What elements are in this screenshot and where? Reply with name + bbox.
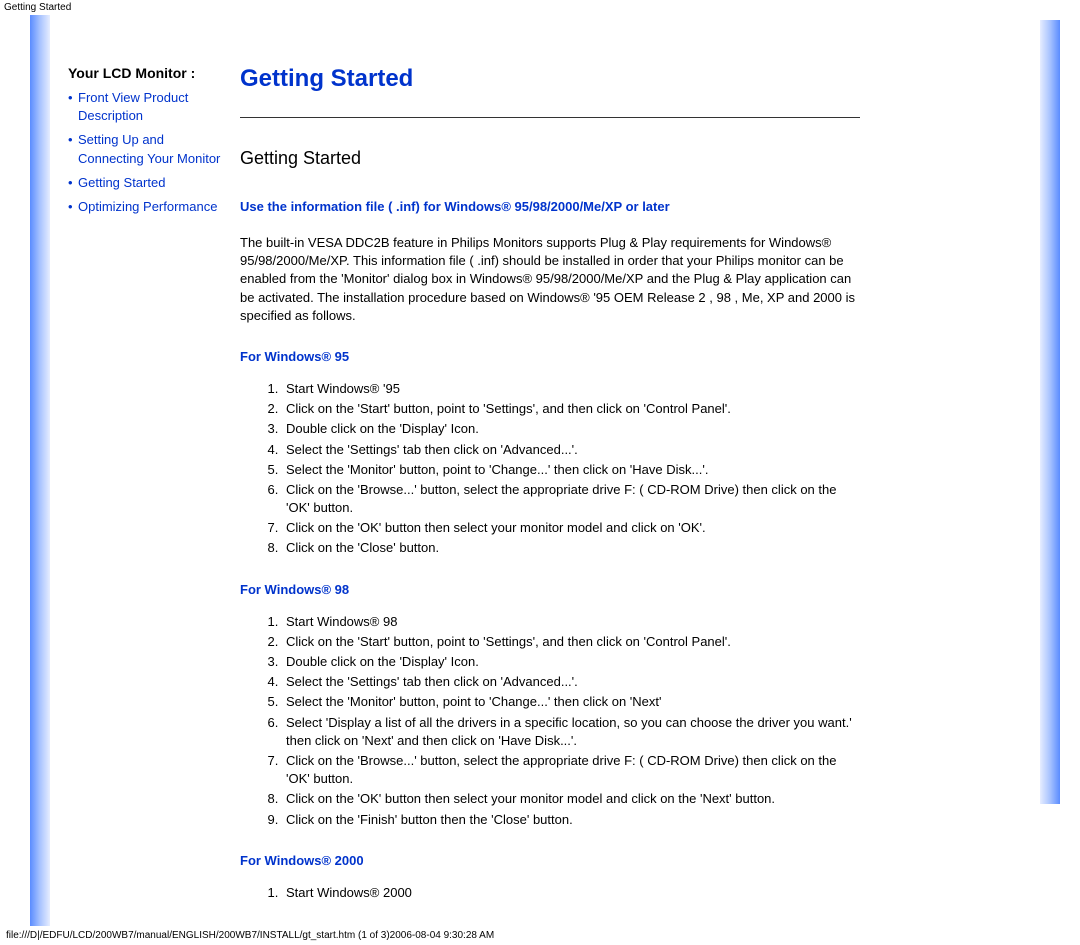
step: Click on the 'Start' button, point to 'S…	[282, 400, 860, 418]
main-title: Getting Started	[240, 65, 860, 93]
step: Double click on the 'Display' Icon.	[282, 653, 860, 671]
step: Click on the 'Finish' button then the 'C…	[282, 811, 860, 829]
sidebar-item-optimizing[interactable]: Optimizing Performance	[68, 198, 230, 216]
page-header-text: Getting Started	[0, 0, 1080, 15]
step: Select 'Display a list of all the driver…	[282, 714, 860, 750]
step: Double click on the 'Display' Icon.	[282, 420, 860, 438]
sub-title: Getting Started	[240, 148, 860, 169]
steps-win2000: Start Windows® 2000	[282, 884, 860, 902]
step: Click on the 'OK' button then select you…	[282, 519, 860, 537]
step: Select the 'Settings' tab then click on …	[282, 441, 860, 459]
section-heading-win2000: For Windows® 2000	[240, 853, 860, 868]
footer-text: file:///D|/EDFU/LCD/200WB7/manual/ENGLIS…	[0, 926, 1080, 945]
sidebar-item-getting-started[interactable]: Getting Started	[68, 174, 230, 192]
step: Start Windows® '95	[282, 380, 860, 398]
step: Click on the 'OK' button then select you…	[282, 790, 860, 808]
main-content: Getting Started Getting Started Use the …	[240, 65, 860, 926]
page-wrap: Your LCD Monitor : Front View Product De…	[0, 15, 1080, 926]
step: Select the 'Monitor' button, point to 'C…	[282, 693, 860, 711]
section-heading-win98: For Windows® 98	[240, 582, 860, 597]
section-win98: For Windows® 98 Start Windows® 98 Click …	[240, 582, 860, 829]
section-win95: For Windows® 95 Start Windows® '95 Click…	[240, 349, 860, 558]
content-wrap: Your LCD Monitor : Front View Product De…	[50, 15, 1080, 926]
sidebar-list: Front View Product Description Setting U…	[68, 89, 230, 216]
divider	[240, 117, 860, 118]
sidebar-item-front-view[interactable]: Front View Product Description	[68, 89, 230, 125]
step: Click on the 'Start' button, point to 'S…	[282, 633, 860, 651]
steps-win95: Start Windows® '95 Click on the 'Start' …	[282, 380, 860, 558]
step: Start Windows® 2000	[282, 884, 860, 902]
sidebar-item-setting-up[interactable]: Setting Up and Connecting Your Monitor	[68, 131, 230, 167]
sidebar: Your LCD Monitor : Front View Product De…	[50, 65, 240, 926]
step: Click on the 'Browse...' button, select …	[282, 481, 860, 517]
steps-win98: Start Windows® 98 Click on the 'Start' b…	[282, 613, 860, 829]
right-decorative-bar	[1040, 20, 1060, 804]
sidebar-title: Your LCD Monitor :	[68, 65, 230, 81]
left-decorative-bar	[30, 15, 50, 926]
section-win2000: For Windows® 2000 Start Windows® 2000	[240, 853, 860, 902]
step: Start Windows® 98	[282, 613, 860, 631]
body-text: The built-in VESA DDC2B feature in Phili…	[240, 234, 860, 325]
step: Click on the 'Close' button.	[282, 539, 860, 557]
step: Select the 'Monitor' button, point to 'C…	[282, 461, 860, 479]
step: Select the 'Settings' tab then click on …	[282, 673, 860, 691]
step: Click on the 'Browse...' button, select …	[282, 752, 860, 788]
info-heading: Use the information file ( .inf) for Win…	[240, 199, 860, 214]
section-heading-win95: For Windows® 95	[240, 349, 860, 364]
